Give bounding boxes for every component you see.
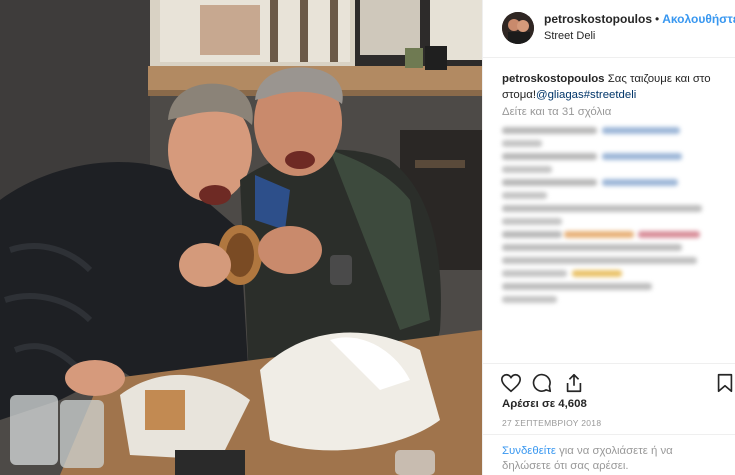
bookmark-icon[interactable] — [714, 372, 735, 394]
list-item — [502, 268, 724, 279]
caption-hashtag[interactable]: #streetdeli — [584, 89, 637, 101]
post-side-panel: petroskostopoulos • Ακολουθήστε Street Del… — [482, 0, 735, 475]
list-item — [502, 190, 724, 201]
avatar[interactable] — [502, 12, 534, 44]
list-item — [502, 151, 724, 162]
avatar-image — [502, 12, 534, 44]
login-link[interactable]: Συνδεθείτε — [502, 445, 556, 457]
username-line: petroskostopoulos • Ακολουθήστε — [544, 12, 735, 26]
caption-username[interactable]: petroskostopoulos — [502, 73, 605, 85]
list-item — [502, 281, 724, 292]
header-username[interactable]: petroskostopoulos — [544, 12, 652, 26]
login-prompt-text: Συνδεθείτε για να σχολιάσετε ή να δηλώσε… — [502, 444, 724, 474]
list-item — [502, 125, 724, 136]
post-photo-illustration — [0, 0, 482, 475]
list-item — [502, 216, 724, 227]
comment-icon[interactable] — [531, 372, 553, 394]
post-header: petroskostopoulos • Ακολουθήστε Street Del… — [483, 0, 735, 58]
post-action-bar — [483, 363, 735, 399]
login-prompt: Συνδεθείτε για να σχολιάσετε ή να δηλώσε… — [483, 434, 735, 475]
view-all-comments-link[interactable]: Δείτε και τα 31 σχόλια — [502, 106, 611, 118]
location-link[interactable]: Street Deli — [544, 30, 595, 42]
post-caption: petroskostopoulos Σας ταιζουμε και στο σ… — [502, 71, 724, 103]
list-item — [502, 177, 724, 188]
list-item — [502, 294, 724, 305]
heart-icon[interactable] — [500, 372, 522, 394]
post-photo[interactable] — [0, 0, 482, 475]
list-item — [502, 203, 724, 214]
separator-dot: • — [655, 12, 660, 26]
list-item — [502, 229, 724, 240]
likes-count[interactable]: Αρέσει σε 4,608 — [502, 398, 587, 410]
share-icon[interactable] — [563, 372, 585, 394]
follow-button[interactable]: Ακολουθήστε — [662, 12, 735, 26]
comments-list — [502, 125, 724, 307]
caption-mention[interactable]: @gliagas — [536, 89, 584, 101]
list-item — [502, 255, 724, 266]
list-item — [502, 242, 724, 253]
post-date[interactable]: 27 ΣΕΠΤΕΜΒΡΙΟΥ 2018 — [502, 418, 601, 428]
list-item — [502, 164, 724, 175]
list-item — [502, 138, 724, 149]
